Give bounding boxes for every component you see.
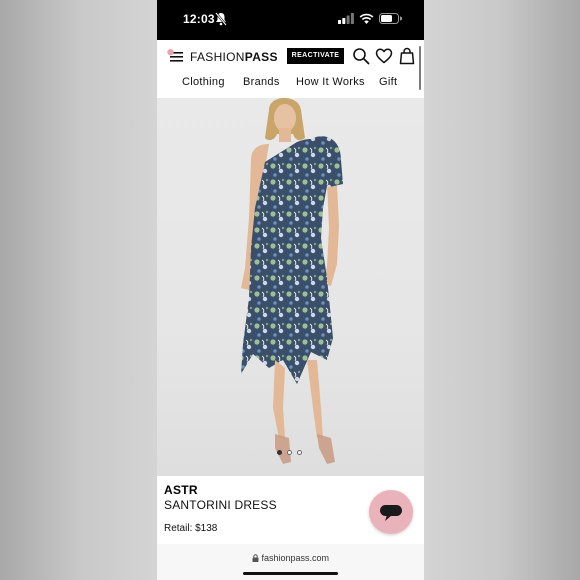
fashionpass-logo[interactable]: FASHIONPASS [190,50,278,64]
nav-item-brands[interactable]: Brands [243,76,280,88]
product-name: SANTORINI DRESS [164,498,277,512]
status-time: 12:03 [183,12,215,26]
logo-light: FASHION [190,50,245,64]
browser-url-bar[interactable]: fashionpass.com [157,544,424,580]
category-nav: Clothing Brands How It Works Gift [157,76,424,92]
lock-icon [252,554,259,562]
carousel-dot-3[interactable] [297,450,302,455]
chat-bubble-icon [380,505,402,521]
wifi-icon [359,13,374,24]
carousel-dot-2[interactable] [287,450,292,455]
status-bar: 12:03 [157,0,424,40]
logo-bold: PASS [244,50,278,64]
shopping-bag-icon[interactable] [398,47,416,65]
product-info: ASTR SANTORINI DRESS Retail: $138 [157,476,424,544]
carousel-dots [277,450,302,455]
heart-icon[interactable] [375,47,393,65]
dress-model-illustration [241,98,343,464]
carousel-dot-1[interactable] [277,450,282,455]
nav-item-how-it-works[interactable]: How It Works [296,76,365,88]
signal-icon [338,13,354,24]
menu-icon[interactable] [167,49,183,63]
reactivate-button[interactable]: REACTIVATE [287,48,344,64]
phone-screen: 12:03 FASHIONPASS REACTIVATE Clothing Br… [157,0,424,580]
chat-button[interactable] [369,490,413,534]
product-image[interactable] [157,98,424,476]
product-price: Retail: $138 [164,523,218,534]
nav-item-clothing[interactable]: Clothing [182,76,225,88]
product-brand[interactable]: ASTR [164,483,198,497]
search-icon[interactable] [352,47,370,65]
url-text: fashionpass.com [261,553,330,563]
bell-slash-icon [215,12,227,26]
url-display[interactable]: fashionpass.com [157,553,424,563]
site-header: FASHIONPASS REACTIVATE Clothing Brands H… [157,40,424,98]
home-indicator [243,572,338,575]
battery-icon [379,13,402,24]
nav-item-gift[interactable]: Gift [379,76,397,88]
